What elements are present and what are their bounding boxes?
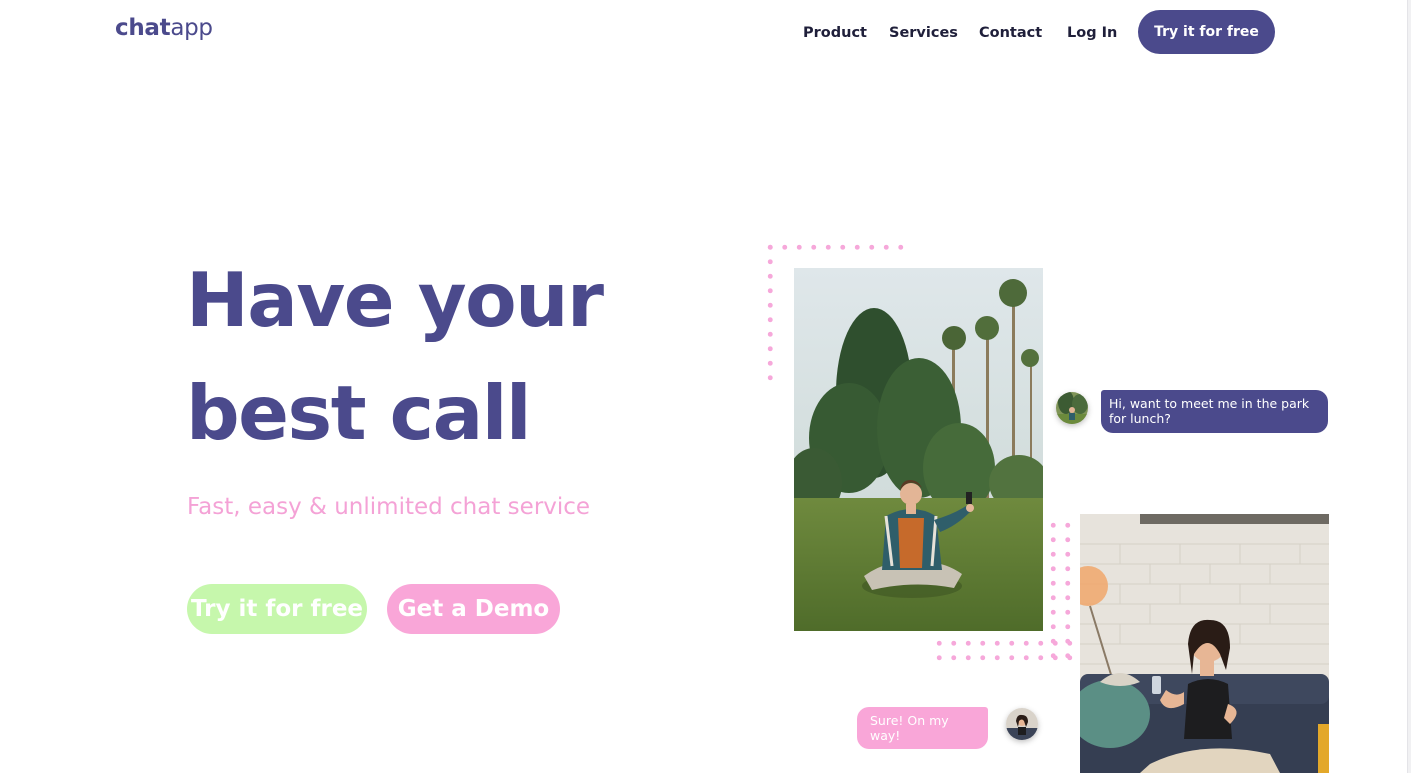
nav-services[interactable]: Services <box>889 22 958 44</box>
nav-product[interactable]: Product <box>803 22 867 44</box>
home-photo <box>1080 514 1329 773</box>
scrollbar[interactable] <box>1407 0 1411 773</box>
park-photo <box>794 268 1043 631</box>
logo[interactable]: chatapp <box>115 13 213 43</box>
nav-login[interactable]: Log In <box>1067 22 1117 44</box>
outgoing-chat-bubble: Sure! On my way! <box>857 707 988 749</box>
header-try-free-button[interactable]: Try it for free <box>1138 10 1275 54</box>
logo-light-text: app <box>170 15 213 41</box>
incoming-chat-bubble: Hi, want to meet me in the park for lunc… <box>1101 390 1328 433</box>
hero-title-line-1: Have your <box>186 256 604 344</box>
dot-pattern-top <box>763 240 908 258</box>
avatar-man <box>1056 392 1088 424</box>
dot-pattern-left <box>763 240 781 385</box>
hero-subtitle: Fast, easy & unlimited chat service <box>187 494 591 520</box>
get-demo-button[interactable]: Get a Demo <box>387 584 560 634</box>
try-free-button[interactable]: Try it for free <box>187 584 367 634</box>
dot-pattern-bottom <box>932 636 1077 666</box>
nav-contact[interactable]: Contact <box>979 22 1042 44</box>
logo-bold-text: chat <box>115 15 171 41</box>
hero-title-line-2: best call <box>186 369 532 457</box>
avatar-woman <box>1006 708 1038 740</box>
